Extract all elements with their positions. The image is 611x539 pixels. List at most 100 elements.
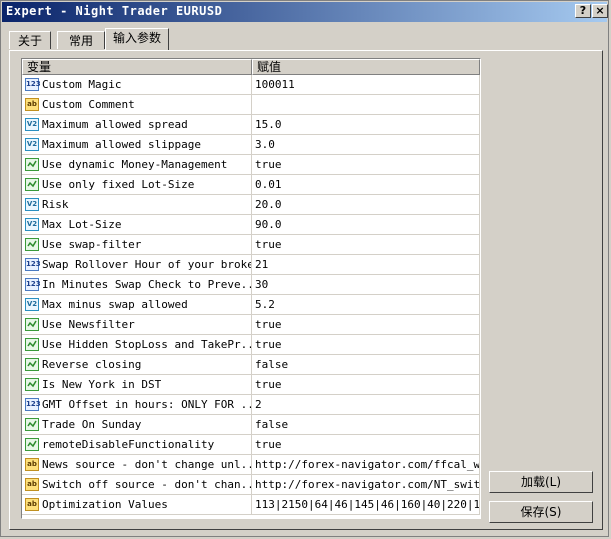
variable-name: Switch off source - don't chan... xyxy=(42,478,252,491)
save-button[interactable]: 保存(S) xyxy=(489,501,593,523)
value-cell[interactable]: true xyxy=(252,375,480,395)
header-variable[interactable]: 变量 xyxy=(22,59,252,75)
value-cell[interactable]: 2 xyxy=(252,395,480,415)
variable-cell[interactable]: 123 GMT Offset in hours: ONLY FOR ... xyxy=(22,395,252,415)
table-row[interactable]: 123 Custom Magic 100011 xyxy=(22,75,480,95)
value-cell[interactable]: true xyxy=(252,235,480,255)
variable-name: Risk xyxy=(42,198,69,211)
variable-cell[interactable]: Use only fixed Lot-Size xyxy=(22,175,252,195)
table-row[interactable]: 123 GMT Offset in hours: ONLY FOR ... 2 xyxy=(22,395,480,415)
variable-name: Maximum allowed spread xyxy=(42,118,188,131)
table-row[interactable]: V2 Risk 20.0 xyxy=(22,195,480,215)
close-button[interactable]: × xyxy=(592,4,608,18)
variable-name: remoteDisableFunctionality xyxy=(42,438,215,451)
double-type-icon: V2 xyxy=(25,138,39,151)
variable-cell[interactable]: Use dynamic Money-Management xyxy=(22,155,252,175)
variable-cell[interactable]: V2 Maximum allowed slippage xyxy=(22,135,252,155)
table-row[interactable]: ab Custom Comment xyxy=(22,95,480,115)
double-type-icon: V2 xyxy=(25,218,39,231)
value-cell[interactable]: true xyxy=(252,435,480,455)
help-button[interactable]: ? xyxy=(575,4,591,18)
variable-name: Optimization Values xyxy=(42,498,168,511)
table-row[interactable]: 123 In Minutes Swap Check to Preve... 30 xyxy=(22,275,480,295)
value-cell[interactable]: 0.01 xyxy=(252,175,480,195)
table-row[interactable]: V2 Max minus swap allowed 5.2 xyxy=(22,295,480,315)
value-cell[interactable]: 100011 xyxy=(252,75,480,95)
inputs-grid[interactable]: 变量 赋值 123 Custom Magic 100011 ab Custom Comm… xyxy=(21,58,481,519)
variable-cell[interactable]: Use Newsfilter xyxy=(22,315,252,335)
table-row[interactable]: V2 Maximum allowed slippage 3.0 xyxy=(22,135,480,155)
table-row[interactable]: remoteDisableFunctionality true xyxy=(22,435,480,455)
variable-cell[interactable]: V2 Max minus swap allowed xyxy=(22,295,252,315)
bool-type-icon xyxy=(25,418,39,431)
value-cell[interactable]: http://forex-navigator.com/NT_swit... xyxy=(252,475,480,495)
variable-cell[interactable]: ab Custom Comment xyxy=(22,95,252,115)
value-cell[interactable]: true xyxy=(252,335,480,355)
value-cell[interactable]: 3.0 xyxy=(252,135,480,155)
bool-type-icon xyxy=(25,178,39,191)
value-cell[interactable]: 15.0 xyxy=(252,115,480,135)
table-row[interactable]: V2 Maximum allowed spread 15.0 xyxy=(22,115,480,135)
value-cell[interactable]: true xyxy=(252,315,480,335)
table-row[interactable]: Use swap-filter true xyxy=(22,235,480,255)
variable-cell[interactable]: remoteDisableFunctionality xyxy=(22,435,252,455)
value-cell[interactable]: 20.0 xyxy=(252,195,480,215)
value-cell[interactable]: 5.2 xyxy=(252,295,480,315)
value-cell[interactable] xyxy=(252,95,480,115)
variable-cell[interactable]: Reverse closing xyxy=(22,355,252,375)
variable-name: News source - don't change unl... xyxy=(42,458,252,471)
variable-name: Max Lot-Size xyxy=(42,218,122,231)
value-cell[interactable]: 30 xyxy=(252,275,480,295)
table-row[interactable]: Reverse closing false xyxy=(22,355,480,375)
grid-header: 变量 赋值 xyxy=(22,59,480,75)
variable-cell[interactable]: ab Switch off source - don't chan... xyxy=(22,475,252,495)
table-row[interactable]: Use only fixed Lot-Size 0.01 xyxy=(22,175,480,195)
variable-name: Max minus swap allowed xyxy=(42,298,188,311)
variable-name: Use Newsfilter xyxy=(42,318,135,331)
table-row[interactable]: ab News source - don't change unl... http:… xyxy=(22,455,480,475)
bool-type-icon xyxy=(25,438,39,451)
title-bar[interactable]: Expert - Night Trader EURUSD ? × xyxy=(2,2,608,22)
table-row[interactable]: Is New York in DST true xyxy=(22,375,480,395)
variable-name: Is New York in DST xyxy=(42,378,162,391)
value-cell[interactable]: 21 xyxy=(252,255,480,275)
variable-cell[interactable]: Use Hidden StopLoss and TakePr... xyxy=(22,335,252,355)
table-row[interactable]: ab Optimization Values 113|2150|64|46|145|… xyxy=(22,495,480,515)
variable-cell[interactable]: Is New York in DST xyxy=(22,375,252,395)
value-cell[interactable]: false xyxy=(252,415,480,435)
tab-common[interactable]: 常用 xyxy=(57,31,105,49)
table-row[interactable]: ab Switch off source - don't chan... http:… xyxy=(22,475,480,495)
table-row[interactable]: Use dynamic Money-Management true xyxy=(22,155,480,175)
variable-cell[interactable]: 123 Swap Rollover Hour of your broker xyxy=(22,255,252,275)
tab-about[interactable]: 关于 xyxy=(9,31,51,49)
variable-cell[interactable]: V2 Maximum allowed spread xyxy=(22,115,252,135)
value-cell[interactable]: false xyxy=(252,355,480,375)
value-cell[interactable]: 113|2150|64|46|145|46|160|40|220|1... xyxy=(252,495,480,515)
variable-cell[interactable]: ab Optimization Values xyxy=(22,495,252,515)
variable-name: GMT Offset in hours: ONLY FOR ... xyxy=(42,398,252,411)
string-type-icon: ab xyxy=(25,478,39,491)
table-row[interactable]: 123 Swap Rollover Hour of your broker 21 xyxy=(22,255,480,275)
value-cell[interactable]: true xyxy=(252,155,480,175)
variable-cell[interactable]: 123 In Minutes Swap Check to Preve... xyxy=(22,275,252,295)
variable-cell[interactable]: Trade On Sunday xyxy=(22,415,252,435)
variable-cell[interactable]: V2 Risk xyxy=(22,195,252,215)
integer-type-icon: 123 xyxy=(25,398,41,411)
variable-name: Maximum allowed slippage xyxy=(42,138,201,151)
value-cell[interactable]: http://forex-navigator.com/ffcal_w... xyxy=(252,455,480,475)
header-value[interactable]: 赋值 xyxy=(252,59,480,75)
variable-name: Use dynamic Money-Management xyxy=(42,158,228,171)
load-button[interactable]: 加载(L) xyxy=(489,471,593,493)
tab-inputs[interactable]: 输入参数 xyxy=(105,28,169,50)
value-cell[interactable]: 90.0 xyxy=(252,215,480,235)
table-row[interactable]: Use Hidden StopLoss and TakePr... true xyxy=(22,335,480,355)
table-row[interactable]: Trade On Sunday false xyxy=(22,415,480,435)
variable-cell[interactable]: 123 Custom Magic xyxy=(22,75,252,95)
variable-cell[interactable]: V2 Max Lot-Size xyxy=(22,215,252,235)
table-row[interactable]: Use Newsfilter true xyxy=(22,315,480,335)
variable-cell[interactable]: Use swap-filter xyxy=(22,235,252,255)
variable-name: Trade On Sunday xyxy=(42,418,142,431)
variable-cell[interactable]: ab News source - don't change unl... xyxy=(22,455,252,475)
table-row[interactable]: V2 Max Lot-Size 90.0 xyxy=(22,215,480,235)
expert-properties-dialog: Expert - Night Trader EURUSD ? × 关于 常用 输… xyxy=(0,0,609,537)
